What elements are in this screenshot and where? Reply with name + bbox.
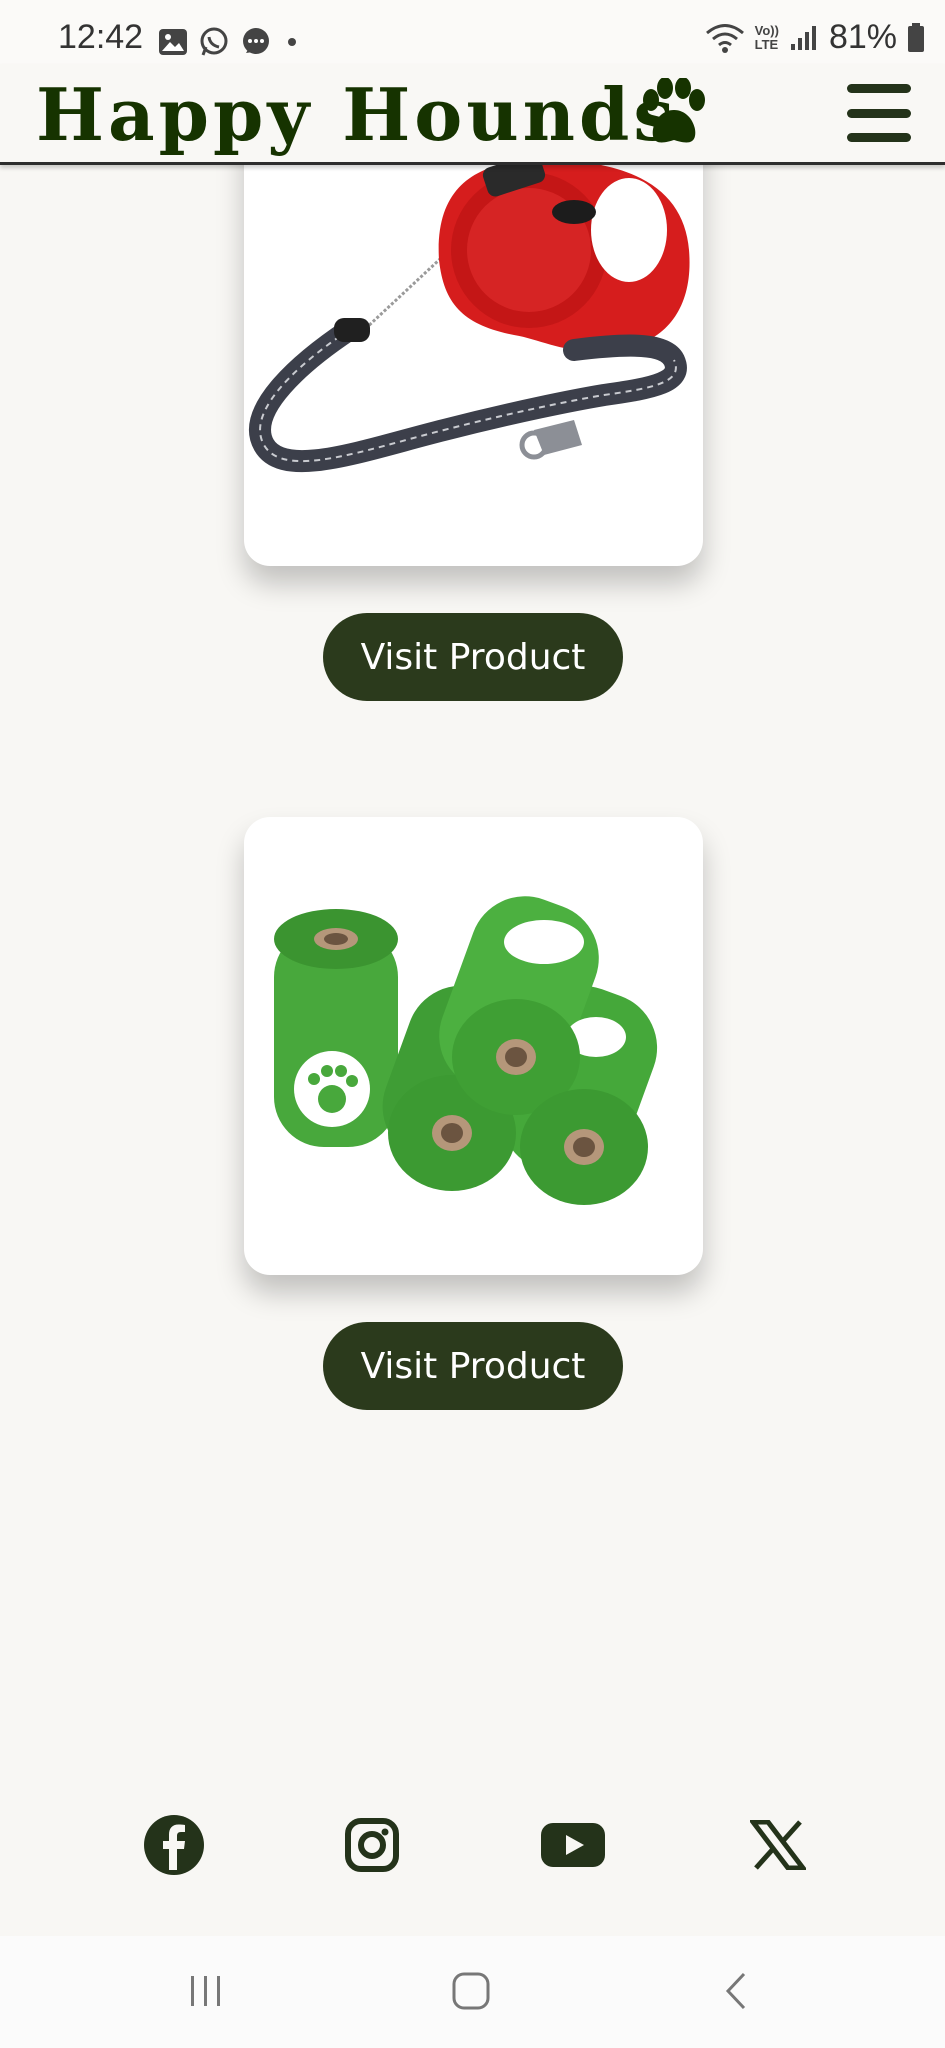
home-icon[interactable] <box>441 1966 501 2016</box>
youtube-icon[interactable] <box>538 1810 608 1880</box>
x-icon[interactable] <box>743 1810 813 1880</box>
social-footer <box>0 1810 945 1900</box>
message-icon <box>243 28 269 54</box>
product-card[interactable] <box>244 817 703 1275</box>
battery-percentage: 81% <box>828 18 897 56</box>
system-icons: Vo)) LTE 81% <box>705 18 925 57</box>
product-card[interactable] <box>244 100 703 566</box>
facebook-icon[interactable] <box>139 1810 209 1880</box>
paw-icon <box>643 78 705 143</box>
notification-icons <box>158 26 302 58</box>
battery-icon <box>908 22 924 52</box>
wifi-icon <box>705 23 744 53</box>
status-bar: 12:42 Vo)) LTE 81% <box>0 0 945 64</box>
instagram-icon[interactable] <box>337 1810 407 1880</box>
volte-label-top: Vo)) <box>754 22 779 38</box>
status-time: 12:42 <box>58 18 144 56</box>
volte-icon: Vo)) LTE <box>754 22 779 52</box>
system-navigation-bar <box>0 1936 945 2048</box>
gallery-icon <box>159 29 187 55</box>
menu-line <box>847 84 911 93</box>
visit-product-button[interactable]: Visit Product <box>323 1322 623 1410</box>
visit-product-button[interactable]: Visit Product <box>323 613 623 701</box>
signal-icon <box>790 25 816 50</box>
dot-icon <box>288 38 296 46</box>
product-image-leash <box>249 153 690 473</box>
menu-line <box>847 133 911 142</box>
whatsapp-icon <box>200 27 228 56</box>
product-image-poop-bags <box>274 896 658 1205</box>
hamburger-menu-icon[interactable] <box>847 84 911 142</box>
menu-line <box>847 108 911 118</box>
back-icon[interactable] <box>706 1966 766 2016</box>
recent-apps-icon[interactable] <box>176 1966 236 2016</box>
volte-label-bottom: LTE <box>754 36 779 52</box>
brand-title[interactable]: Happy Hounds <box>36 72 678 158</box>
app-header: Happy Hounds <box>0 64 945 165</box>
